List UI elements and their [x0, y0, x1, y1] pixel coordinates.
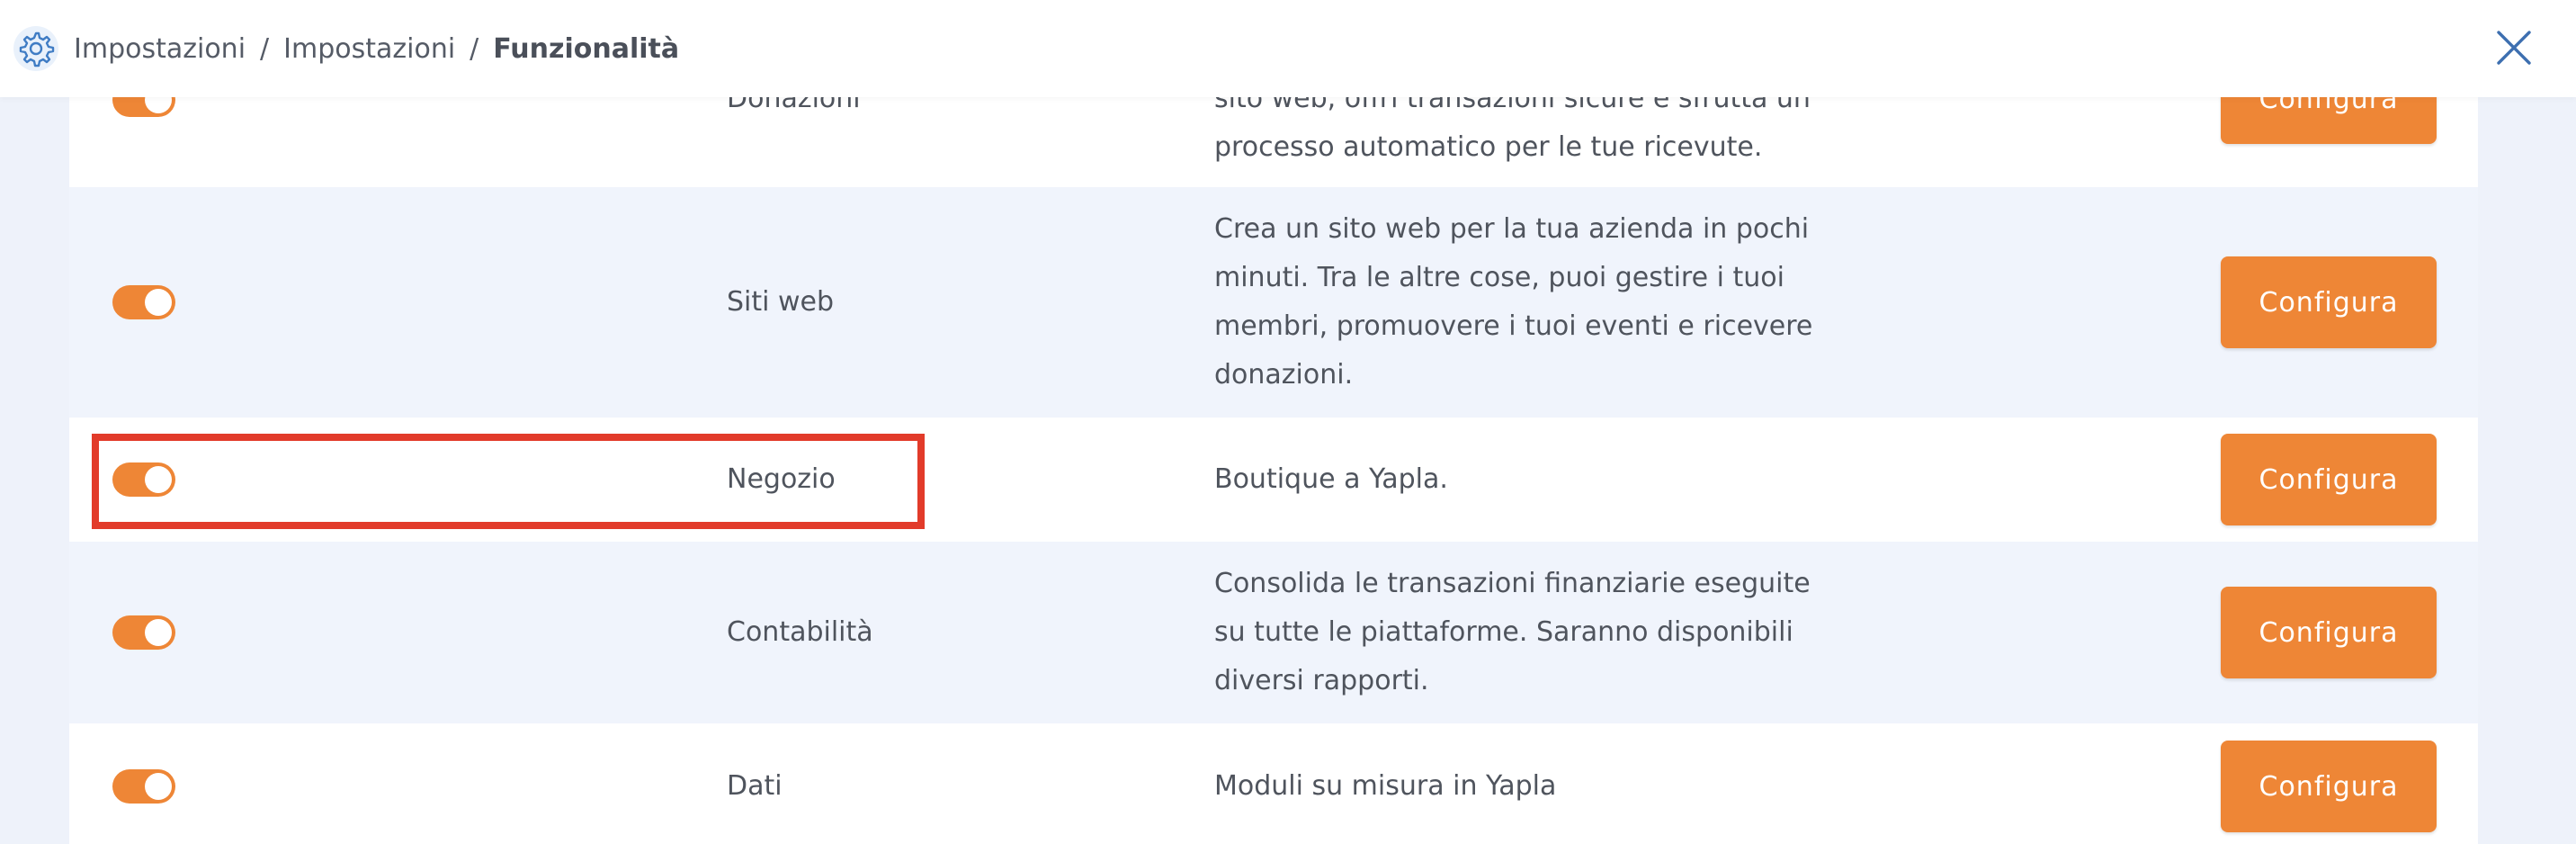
breadcrumb-separator: /: [470, 32, 479, 65]
configure-button-dati[interactable]: Configura: [2221, 741, 2437, 832]
description-line: minuti. Tra le altre cose, puoi gestire …: [1214, 262, 1784, 293]
feature-name: Contabilità: [727, 616, 873, 648]
feature-name: Siti web: [727, 286, 835, 318]
table-row-contabilita: Contabilità Consolida le transazioni fin…: [69, 542, 2478, 723]
close-icon[interactable]: [2493, 27, 2535, 68]
toggle-knob: [145, 289, 172, 316]
feature-description: Crea un sito web per la tua azienda in p…: [1214, 205, 1862, 400]
toggle-knob: [145, 773, 172, 800]
feature-description: Consolida le transazioni finanziarie ese…: [1214, 560, 1862, 705]
description-line: membri, promuovere i tuoi eventi e ricev…: [1214, 310, 1813, 342]
feature-name: Dati: [727, 770, 783, 802]
breadcrumb-item-current: Funzionalità: [493, 32, 680, 65]
description-line: su tutte le piattaforme. Saranno disponi…: [1214, 616, 1793, 648]
breadcrumb: Impostazioni / Impostazioni / Funzionali…: [74, 0, 679, 97]
breadcrumb-item-settings-2[interactable]: Impostazioni: [283, 33, 455, 65]
description-line: Consolida le transazioni finanziarie ese…: [1214, 568, 1811, 599]
description-line: diversi rapporti.: [1214, 665, 1429, 696]
feature-toggle-siti-web[interactable]: [112, 285, 175, 319]
table-row-dati: Dati Moduli su misura in Yapla Configura: [69, 723, 2478, 844]
feature-toggle-contabilita[interactable]: [112, 615, 175, 650]
feature-description: Boutique a Yapla.: [1214, 455, 1862, 504]
feature-toggle-dati[interactable]: [112, 769, 175, 804]
breadcrumb-item-settings[interactable]: Impostazioni: [74, 33, 246, 65]
description-line: donazioni.: [1214, 359, 1354, 391]
table-row-siti-web: Siti web Crea un sito web per la tua azi…: [69, 187, 2478, 418]
configure-button-negozio[interactable]: Configura: [2221, 434, 2437, 525]
gear-icon: [13, 26, 58, 71]
configure-button-siti-web[interactable]: Configura: [2221, 256, 2437, 348]
toggle-knob: [145, 619, 172, 646]
breadcrumb-separator: /: [260, 32, 270, 65]
highlight-box: [92, 434, 925, 529]
description-line: Crea un sito web per la tua azienda in p…: [1214, 213, 1810, 245]
description-line: Moduli su misura in Yapla: [1214, 770, 1557, 802]
configure-button-contabilita[interactable]: Configura: [2221, 587, 2437, 678]
top-bar: Impostazioni / Impostazioni / Funzionali…: [0, 0, 2576, 97]
description-line: Boutique a Yapla.: [1214, 463, 1448, 495]
description-line: processo automatico per le tue ricevute.: [1214, 131, 1763, 163]
feature-description: Moduli su misura in Yapla: [1214, 762, 1862, 811]
